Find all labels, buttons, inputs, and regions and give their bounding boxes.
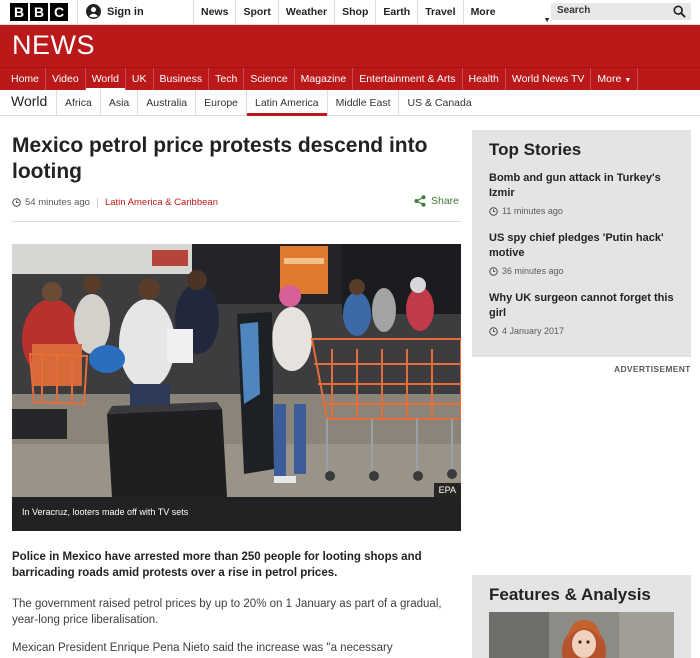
clock-icon <box>489 326 498 336</box>
masthead-nav-news[interactable]: News <box>193 0 235 25</box>
main-nav-magazine[interactable]: Magazine <box>295 68 354 91</box>
top-story-date: 4 January 2017 <box>489 326 679 336</box>
search-icon[interactable] <box>673 5 686 18</box>
user-icon <box>86 4 101 19</box>
article-timestamp: 54 minutes ago <box>25 197 90 208</box>
bbc-logo-letter: C <box>50 3 68 21</box>
masthead-more-button[interactable]: More ▼ <box>462 0 559 25</box>
divider <box>96 197 98 208</box>
masthead-more-label: More <box>470 6 496 18</box>
share-button[interactable]: Share <box>414 195 459 207</box>
article-meta: 54 minutes ago Latin America & Caribbean <box>12 197 218 208</box>
top-story-item[interactable]: US spy chief pledges 'Putin hack' motive… <box>489 231 679 276</box>
sign-in-link[interactable]: Sign in <box>86 4 144 19</box>
clock-icon <box>489 206 498 216</box>
section-subnav: World Africa Asia Australia Europe Latin… <box>0 90 700 116</box>
features-title: Features & Analysis <box>489 585 651 604</box>
main-nav-uk[interactable]: UK <box>126 68 154 91</box>
section-title[interactable]: World <box>11 93 47 109</box>
masthead-nav-weather[interactable]: Weather <box>277 0 334 25</box>
article-topic-link[interactable]: Latin America & Caribbean <box>105 197 218 208</box>
looting-scene-illustration <box>12 244 461 497</box>
bbc-logo[interactable]: B B C <box>10 3 68 21</box>
feature-thumbnail[interactable] <box>489 612 674 658</box>
search-input[interactable]: Search <box>551 3 691 20</box>
advertisement-label: ADVERTISEMENT <box>614 364 691 374</box>
top-story-item[interactable]: Bomb and gun attack in Turkey's Izmir 11… <box>489 171 679 216</box>
top-story-title[interactable]: Why UK surgeon cannot forget this girl <box>489 291 679 321</box>
masthead-nav: News Sport Weather Shop Earth Travel Mor… <box>193 0 559 25</box>
main-nav: Home Video World UK Business Tech Scienc… <box>0 67 700 91</box>
article-figure: EPA In Veracruz, looters made off with T… <box>12 244 461 531</box>
image-credit: EPA <box>433 483 461 497</box>
masthead-nav-travel[interactable]: Travel <box>417 0 462 25</box>
main-nav-health[interactable]: Health <box>463 68 506 91</box>
sign-in-label: Sign in <box>107 5 144 18</box>
masthead-nav-shop[interactable]: Shop <box>334 0 375 25</box>
news-banner: NEWS <box>0 25 700 67</box>
article-paragraph: The government raised petrol prices by u… <box>12 598 442 626</box>
divider <box>12 221 461 222</box>
top-story-date: 36 minutes ago <box>489 266 679 276</box>
top-story-item[interactable]: Why UK surgeon cannot forget this girl 4… <box>489 291 679 336</box>
search-placeholder: Search <box>557 5 591 16</box>
main-nav-more-button[interactable]: More ▼ <box>591 68 639 91</box>
subnav-australia[interactable]: Australia <box>137 90 195 116</box>
features-analysis-panel: Features & Analysis <box>472 575 691 658</box>
share-label: Share <box>431 195 460 207</box>
main-nav-video[interactable]: Video <box>46 68 86 91</box>
subnav-asia[interactable]: Asia <box>99 90 137 116</box>
masthead-nav-sport[interactable]: Sport <box>235 0 277 25</box>
article-paragraph: Mexican President Enrique Pena Nieto sai… <box>12 642 393 654</box>
main-nav-world[interactable]: World <box>85 68 126 91</box>
main-nav-world-news-tv[interactable]: World News TV <box>506 68 592 91</box>
main-nav-entertainment[interactable]: Entertainment & Arts <box>353 68 463 91</box>
main-nav-business[interactable]: Business <box>154 68 210 91</box>
top-story-time: 4 January 2017 <box>502 326 565 336</box>
top-stories-title: Top Stories <box>489 140 582 159</box>
clock-icon <box>489 266 498 276</box>
subnav-latin-america[interactable]: Latin America <box>246 90 327 116</box>
bbc-logo-letter: B <box>30 3 48 21</box>
top-story-time: 11 minutes ago <box>502 206 563 216</box>
masthead-nav-earth[interactable]: Earth <box>375 0 417 25</box>
top-story-time: 36 minutes ago <box>502 266 564 276</box>
chevron-down-icon: ▼ <box>624 77 632 84</box>
main-nav-more-label: More <box>597 73 622 85</box>
top-story-title[interactable]: Bomb and gun attack in Turkey's Izmir <box>489 171 679 201</box>
article-lede: Police in Mexico have arrested more than… <box>12 551 422 579</box>
top-story-title[interactable]: US spy chief pledges 'Putin hack' motive <box>489 231 679 261</box>
article-headline: Mexico petrol price protests descend int… <box>12 134 428 183</box>
image-caption: In Veracruz, looters made off with TV se… <box>12 497 461 531</box>
feature-thumbnail-image <box>489 612 674 658</box>
subnav-africa[interactable]: Africa <box>56 90 100 116</box>
share-icon <box>414 195 426 207</box>
news-logo[interactable]: NEWS <box>12 30 95 61</box>
top-story-date: 11 minutes ago <box>489 206 679 216</box>
top-stories-panel: Top Stories Bomb and gun attack in Turke… <box>472 130 691 357</box>
main-nav-tech[interactable]: Tech <box>209 68 245 91</box>
bbc-logo-letter: B <box>10 3 28 21</box>
bbc-masthead: B B C Sign in News Sport Weather Shop Ea… <box>0 0 700 25</box>
subnav-us-canada[interactable]: US & Canada <box>398 90 479 116</box>
main-nav-science[interactable]: Science <box>244 68 295 91</box>
divider <box>77 0 78 25</box>
subnav-middle-east[interactable]: Middle East <box>326 90 399 116</box>
article-photo <box>12 244 461 497</box>
main-nav-home[interactable]: Home <box>0 68 47 91</box>
clock-icon <box>12 198 21 207</box>
subnav-europe[interactable]: Europe <box>195 90 246 116</box>
